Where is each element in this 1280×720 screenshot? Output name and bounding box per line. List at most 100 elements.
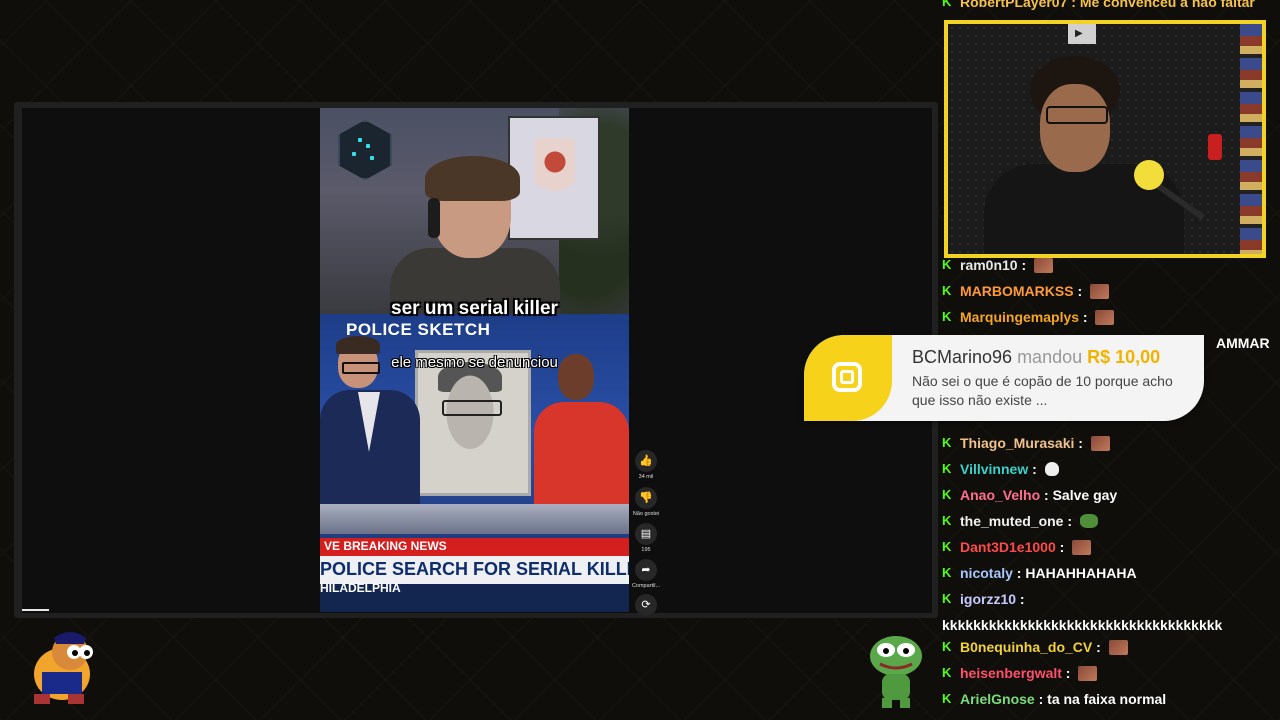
chat-text-continuation: kkkkkkkkkkkkkkkkkkkkkkkkkkkkkkkkkkkk <box>942 617 1223 633</box>
face-emote-icon <box>1078 665 1098 681</box>
comments-count: 195 <box>641 547 651 553</box>
share-label: Compartil... <box>631 583 661 589</box>
like-icon[interactable]: 👍 <box>635 450 657 472</box>
breaking-label: VE BREAKING NEWS <box>324 539 447 553</box>
chat-message: K Villvinnew : <box>938 461 1059 477</box>
chat-username[interactable]: B0nequinha_do_CV <box>960 639 1092 655</box>
led-cube <box>338 120 392 180</box>
like-action[interactable]: 👍 34 mil <box>630 450 662 480</box>
chat-separator: : <box>1063 513 1076 529</box>
chat-message: K Dant3D1e1000 : <box>938 539 1092 555</box>
chat-line-partial: K RobertPLayer07 : Me convenceu a não fa… <box>938 0 1255 10</box>
chat-partial-text: RobertPLayer07 : Me convenceu a não falt… <box>960 0 1255 10</box>
anchor-male-hair <box>336 336 380 354</box>
kick-icon: K <box>942 309 952 324</box>
chat-separator: : <box>1040 487 1053 503</box>
donor-name: BCMarino96 <box>912 347 1013 367</box>
kick-icon: K <box>942 591 952 606</box>
ticker-label: POLICE SEARCH FOR SERIAL KILLER <box>320 559 629 579</box>
chat-message: K B0nequinha_do_CV : <box>938 639 1128 655</box>
news-scene: POLICE SKETCH ele mesmo se denunciou VE … <box>320 314 629 612</box>
city-label: HILADELPHIA <box>320 581 401 595</box>
skull-emote-icon <box>1044 462 1059 476</box>
comments-action[interactable]: ▤ 195 <box>630 523 662 553</box>
chat-message: Knicotaly : HAHAHHAHAHA <box>938 565 1137 581</box>
chat-message: Kheisenbergwalt : <box>938 665 1098 681</box>
kick-icon: K <box>942 461 952 476</box>
chat-overflow-text: AMMAR <box>1216 335 1270 351</box>
kick-icon: K <box>942 691 952 706</box>
face-emote-icon <box>1108 639 1128 655</box>
chat-message: K ArielGnose : ta na faixa normal <box>938 691 1166 707</box>
person-hair <box>425 156 520 201</box>
remix-icon[interactable]: ⟳ <box>635 594 657 616</box>
face-emote-icon <box>1034 257 1054 273</box>
chat-separator: : <box>1055 539 1069 555</box>
short-video[interactable]: ser um serial killer POLICE SKETCH ele m… <box>320 108 629 612</box>
donation-alert: BCMarino96 mandou R$ 10,00 Não sei o que… <box>804 335 1204 421</box>
chat-message: Kram0n10 : <box>938 257 1054 273</box>
streamer-scene <box>320 108 629 328</box>
chat-message: K Marquingemaplys : <box>938 309 1115 325</box>
donation-amount: R$ 10,00 <box>1087 347 1161 367</box>
dislike-icon[interactable]: 👎 <box>635 487 657 509</box>
kick-icon: K <box>942 257 952 272</box>
kick-icon: K <box>942 639 952 654</box>
headphone <box>428 198 440 238</box>
chat-username[interactable]: Dant3D1e1000 <box>960 539 1056 555</box>
caption-bottom: ele mesmo se denunciou <box>391 354 558 371</box>
chat-separator: : <box>1016 591 1029 607</box>
led-dot <box>370 156 374 160</box>
share-icon[interactable]: ➦ <box>635 559 657 581</box>
chat-separator: : <box>1073 283 1087 299</box>
mascot-right-pepe <box>870 636 922 708</box>
chat-username[interactable]: Anao_Velho <box>960 487 1040 503</box>
kick-icon: K <box>942 513 952 528</box>
chat-username[interactable]: Villvinnew <box>960 461 1028 477</box>
donation-header: BCMarino96 mandou R$ 10,00 <box>912 347 1160 368</box>
chat-username[interactable]: heisenbergwalt <box>960 665 1062 681</box>
comment-icon[interactable]: ▤ <box>635 523 657 545</box>
frog-emote-icon <box>1079 514 1098 528</box>
face-emote-icon <box>1095 309 1115 325</box>
progress-bar[interactable] <box>22 609 49 611</box>
led-dot <box>352 152 356 156</box>
sketch-face <box>440 374 500 459</box>
dislike-action[interactable]: 👎 Não gostei <box>630 487 662 517</box>
chat-username[interactable]: the_muted_one <box>960 513 1063 529</box>
chat-separator: : <box>1079 309 1092 325</box>
face-emote-icon <box>1090 283 1110 299</box>
dislike-label: Não gostei <box>632 511 660 517</box>
chat-username[interactable]: MARBOMARKSS <box>960 283 1074 299</box>
chat-username[interactable]: ArielGnose <box>960 691 1035 707</box>
chat-username[interactable]: igorzz10 <box>960 591 1016 607</box>
kick-icon: K <box>942 0 952 9</box>
chat-overflow: AMMAR <box>1216 335 1270 351</box>
chat-separator: : <box>1074 435 1087 451</box>
donation-logo-inner <box>840 370 854 384</box>
poster-figure <box>535 138 575 198</box>
mascot-left <box>34 632 93 704</box>
like-count: 34 mil <box>638 474 654 480</box>
kick-icon: K <box>942 435 952 450</box>
remix-action[interactable]: ⟳ <box>630 594 662 616</box>
chat-text: ta na faixa normal <box>1047 691 1167 707</box>
chat-username[interactable]: Thiago_Murasaki <box>960 435 1074 451</box>
donation-message: Não sei o que é copão de 10 porque acho … <box>912 373 1173 408</box>
news-desk <box>320 504 629 534</box>
sketch-glasses <box>442 400 502 416</box>
chat-message: K Thiago_Murasaki : <box>938 435 1110 451</box>
chat-separator: : <box>1034 691 1048 707</box>
led-dot <box>358 138 362 142</box>
share-action[interactable]: ➦ Compartil... <box>630 559 662 589</box>
chat-text: HAHAHHAHAHA <box>1025 565 1137 581</box>
kick-icon: K <box>942 665 952 680</box>
chat-message: K Anao_Velho : Salve gay <box>938 487 1117 503</box>
face-emote-icon <box>1090 435 1110 451</box>
chat-username[interactable]: ram0n10 <box>960 257 1018 273</box>
chat-username[interactable]: nicotaly <box>960 565 1013 581</box>
chat-username[interactable]: Marquingemaplys <box>960 309 1079 325</box>
face-emote-icon <box>1072 539 1092 555</box>
chat-separator: : <box>1017 257 1031 273</box>
chat-separator: : <box>1028 461 1041 477</box>
